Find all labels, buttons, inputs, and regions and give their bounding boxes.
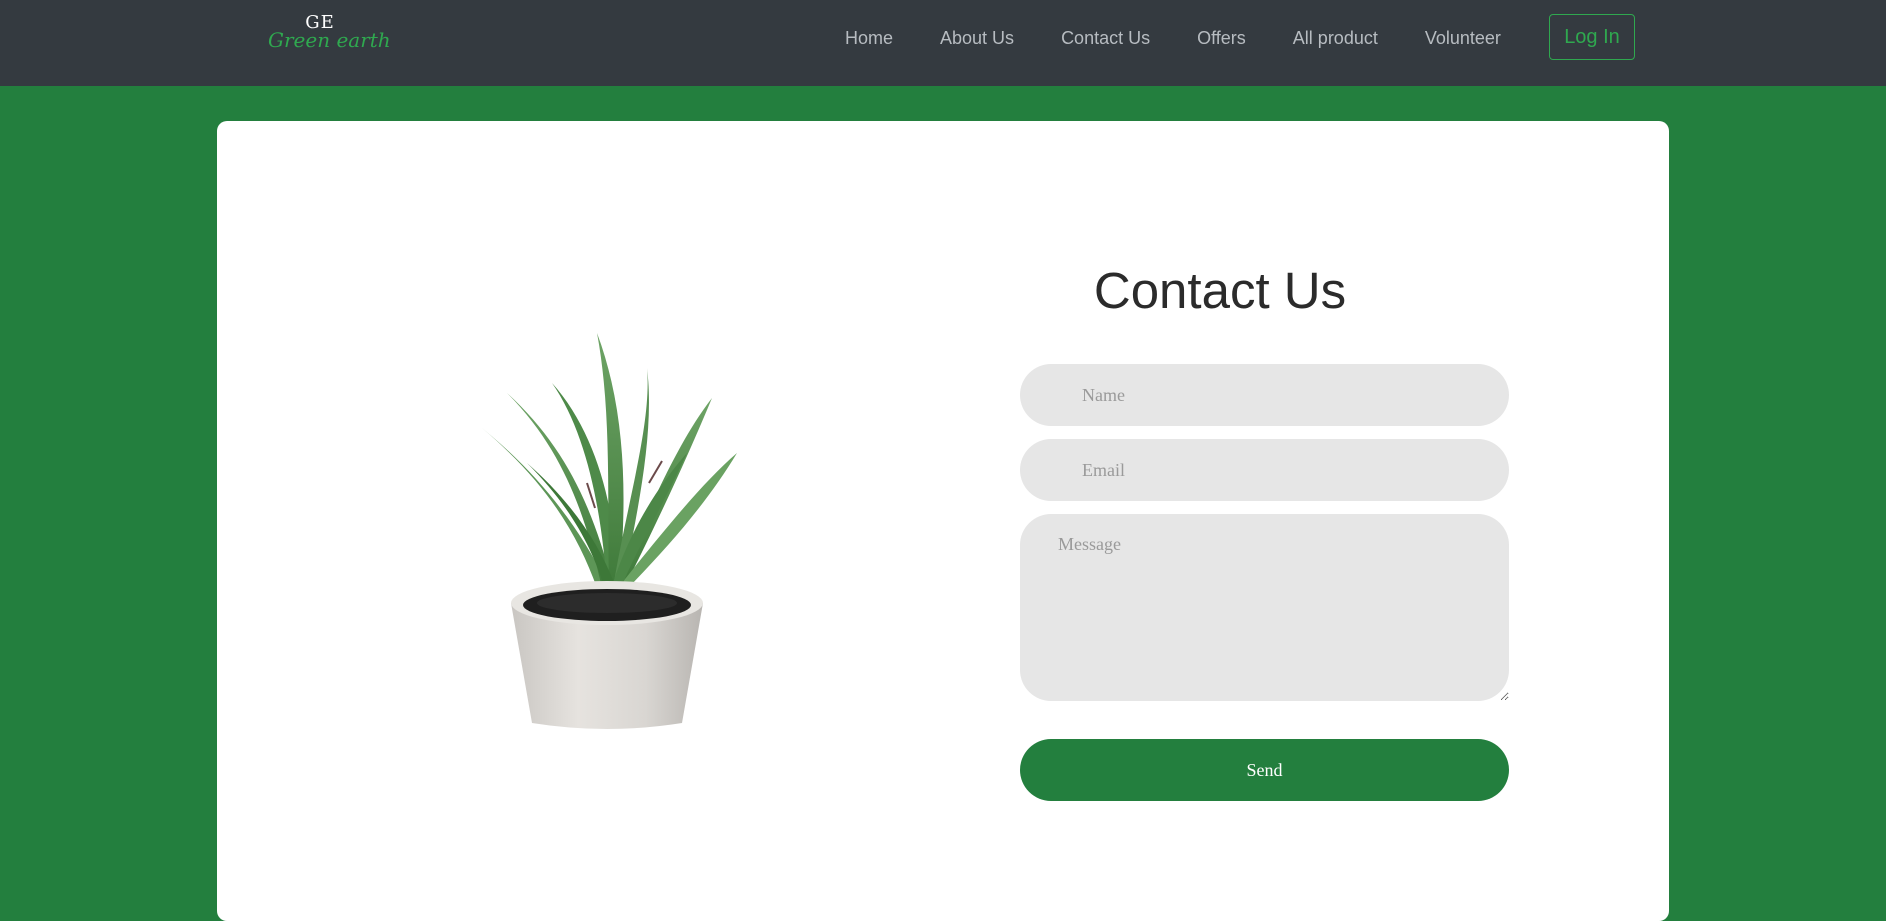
nav-link-about-us[interactable]: About Us <box>940 28 1014 49</box>
nav-link-home[interactable]: Home <box>845 28 893 49</box>
contact-title: Contact Us <box>1093 262 1347 319</box>
plant-image <box>482 333 737 729</box>
brand-name: Green earth <box>268 28 391 52</box>
aloe-leaves <box>482 333 737 589</box>
plant-pot <box>511 581 703 729</box>
send-button[interactable]: Send <box>1020 739 1509 801</box>
navbar: GE Green earth Home About Us Contact Us … <box>0 0 1886 86</box>
email-input[interactable] <box>1020 439 1509 501</box>
nav-link-contact-us[interactable]: Contact Us <box>1061 28 1150 49</box>
nav-link-offers[interactable]: Offers <box>1197 28 1246 49</box>
login-button[interactable]: Log In <box>1549 14 1635 60</box>
nav-links: Home About Us Contact Us Offers All prod… <box>845 0 1501 76</box>
brand-logo[interactable]: GE Green earth <box>268 12 391 56</box>
contact-card: Contact Us Send <box>217 121 1669 921</box>
nav-link-all-product[interactable]: All product <box>1293 28 1378 49</box>
message-textarea[interactable] <box>1020 514 1509 701</box>
name-input[interactable] <box>1020 364 1509 426</box>
nav-link-volunteer[interactable]: Volunteer <box>1425 28 1501 49</box>
